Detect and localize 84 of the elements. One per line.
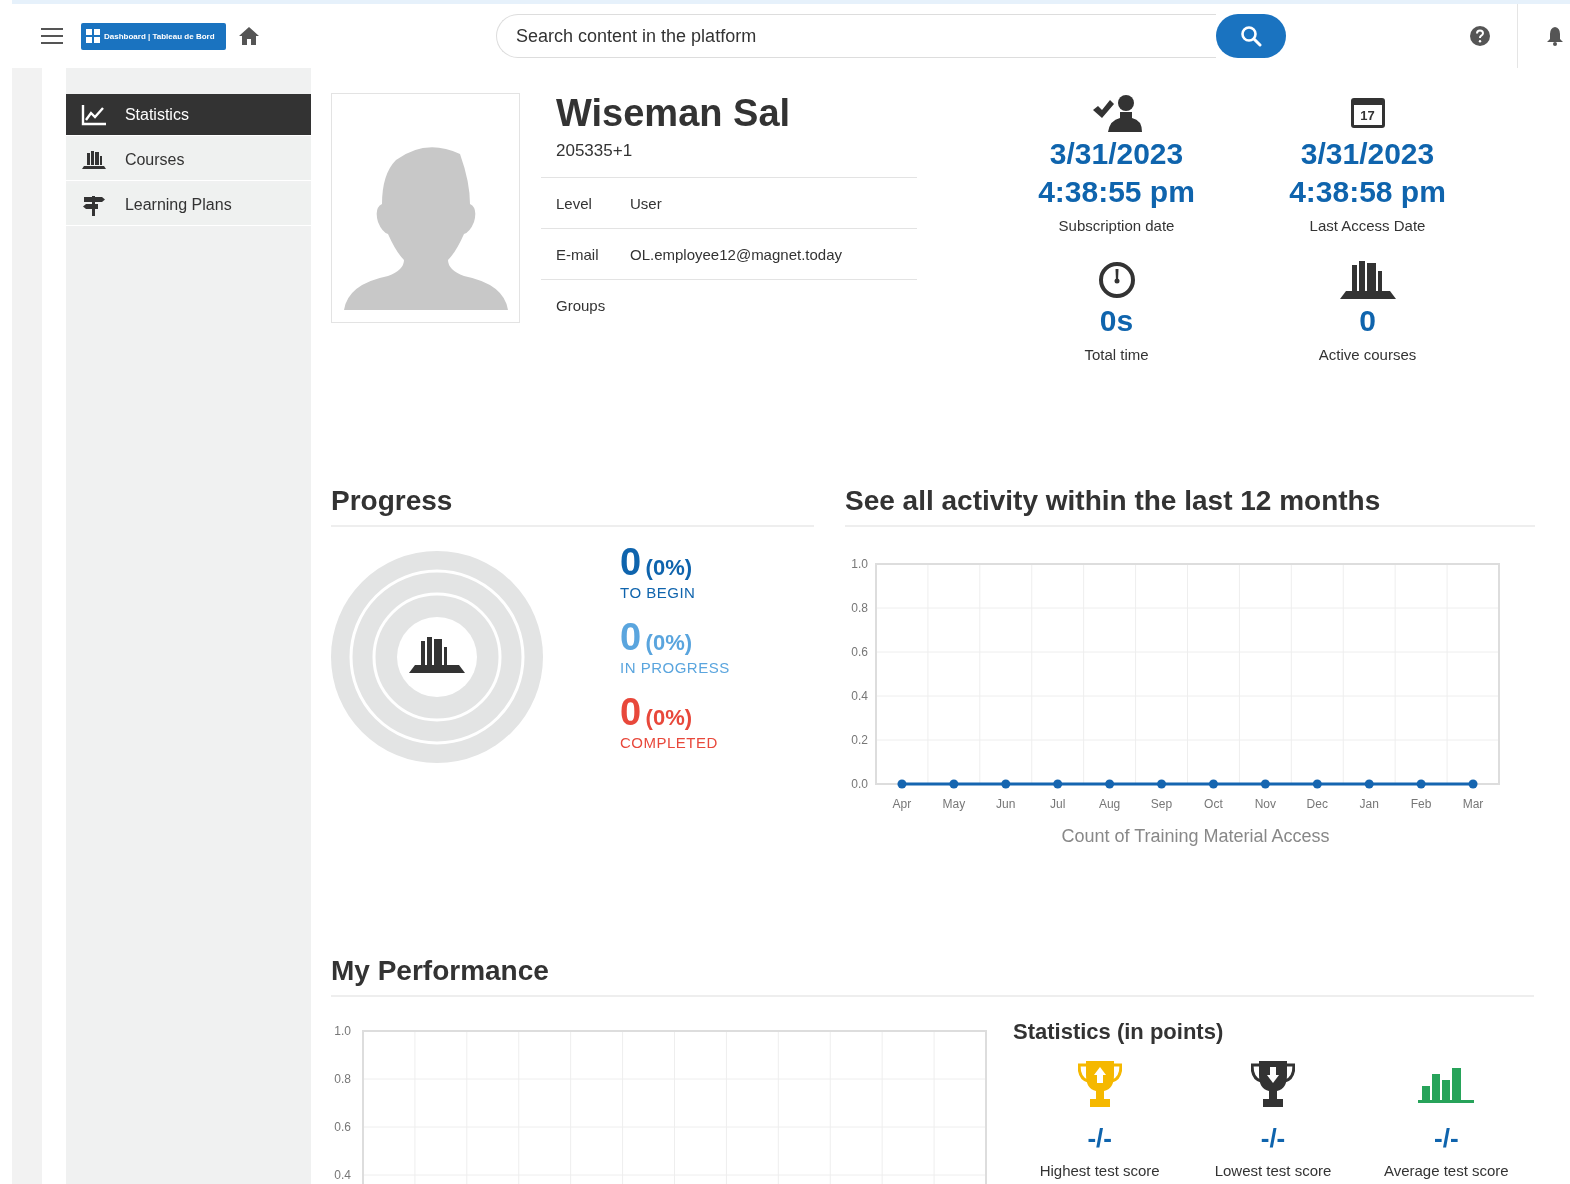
summary-value: 3/31/2023 4:38:55 pm: [1038, 136, 1195, 210]
section-title: My Performance: [331, 955, 1534, 997]
summary-value: 3/31/2023 4:38:58 pm: [1289, 136, 1446, 210]
axis-tick-label: 0.8: [334, 1072, 351, 1086]
field-value: User: [630, 194, 662, 212]
axis-tick-label: 1.0: [851, 557, 868, 571]
axis-tick-label: 0.0: [851, 777, 868, 791]
help-icon[interactable]: [1469, 25, 1491, 47]
data-point: [1312, 779, 1322, 789]
chart-icon: [80, 103, 107, 126]
axis-tick-label: 0.4: [334, 1168, 351, 1182]
search-button[interactable]: [1216, 14, 1286, 58]
summary-label: Last Access Date: [1309, 217, 1426, 234]
axis-tick-label: Dec: [1306, 797, 1328, 811]
menu-icon[interactable]: [41, 28, 63, 44]
sidebar-item[interactable]: Statistics: [65, 94, 311, 136]
axis-tick-label: Apr: [892, 797, 912, 811]
score-value: -/-: [1260, 1123, 1286, 1154]
axis-tick-label: Aug: [1098, 797, 1121, 811]
score-label: Lowest test score: [1214, 1162, 1332, 1179]
axis-tick-label: Mar: [1462, 797, 1484, 811]
progress-count: 0(0%): [620, 691, 694, 734]
section-title: Progress: [331, 485, 814, 527]
axis-tick-label: May: [942, 797, 966, 811]
axis-tick-label: Jul: [1050, 797, 1066, 811]
score-label: Highest test score: [1039, 1162, 1160, 1179]
field-label: Level: [556, 194, 593, 212]
summary-value: 0: [1359, 303, 1376, 339]
score-label: Average test score: [1383, 1162, 1509, 1179]
summary-value: 0s: [1099, 303, 1134, 339]
field-value: OL.employee12@magnet.today: [630, 245, 843, 263]
axis-tick-label: 0.4: [851, 689, 868, 703]
axis-tick-label: Jun: [996, 797, 1016, 811]
axis-tick-label: 1.0: [334, 1024, 351, 1038]
home-icon[interactable]: [238, 26, 260, 46]
stopwatch-icon: [1096, 261, 1137, 299]
books-icon: [80, 150, 107, 169]
user-name: Wiseman Sal: [556, 93, 792, 133]
data-point: [1053, 779, 1063, 789]
books-icon: [1339, 261, 1396, 299]
score-value: -/-: [1087, 1123, 1112, 1154]
axis-tick-label: Nov: [1254, 797, 1277, 811]
progress-label: COMPLETED: [620, 734, 719, 751]
user-id: 205335+1: [556, 141, 634, 161]
field-label: Groups: [556, 296, 607, 314]
summary-label: Total time: [1084, 346, 1149, 363]
progress-label: TO BEGIN: [620, 584, 697, 601]
score-value: -/-: [1434, 1123, 1459, 1154]
axis-tick-label: Jan: [1359, 797, 1379, 811]
progress-count: 0(0%): [620, 541, 694, 584]
field-label: E-mail: [556, 245, 600, 263]
user-check-icon: [1091, 94, 1142, 132]
dashboard-logo[interactable]: Dashboard | Tableau de Bord: [81, 22, 226, 50]
data-point: [1001, 779, 1011, 789]
signpost-icon: [80, 193, 107, 216]
section-title: See all activity within the last 12 months: [845, 485, 1535, 527]
progress-label: IN PROGRESS: [620, 659, 730, 676]
axis-tick-label: 0.6: [334, 1120, 351, 1134]
data-point: [1260, 779, 1270, 789]
data-point: [1105, 779, 1115, 789]
data-point: [1468, 779, 1478, 789]
data-point: [1208, 779, 1218, 789]
axis-tick-label: Oct: [1204, 797, 1223, 811]
search-icon: [1240, 25, 1262, 47]
data-point: [949, 779, 959, 789]
axis-title: Count of Training Material Access: [1061, 826, 1330, 846]
calendar-icon: 17: [1350, 98, 1385, 128]
axis-tick-label: 0.6: [851, 645, 868, 659]
summary-label: Active courses: [1318, 346, 1417, 363]
data-point: [1157, 779, 1167, 789]
statistics-title: Statistics (in points): [1013, 1019, 1225, 1045]
data-point: [1416, 779, 1426, 789]
trophy-up-icon: [1077, 1059, 1122, 1109]
axis-tick-label: 0.8: [851, 601, 868, 615]
summary-label: Subscription date: [1058, 217, 1175, 234]
axis-tick-label: 0.2: [851, 733, 868, 747]
data-point: [1364, 779, 1374, 789]
axis-tick-label: Sep: [1150, 797, 1173, 811]
data-point: [897, 779, 907, 789]
trophy-down-icon: [1251, 1059, 1295, 1109]
axis-tick-label: Feb: [1410, 797, 1432, 811]
bell-icon[interactable]: [1546, 26, 1564, 46]
progress-count: 0(0%): [620, 616, 694, 659]
search-field[interactable]: Search content in the platform: [496, 14, 1216, 58]
